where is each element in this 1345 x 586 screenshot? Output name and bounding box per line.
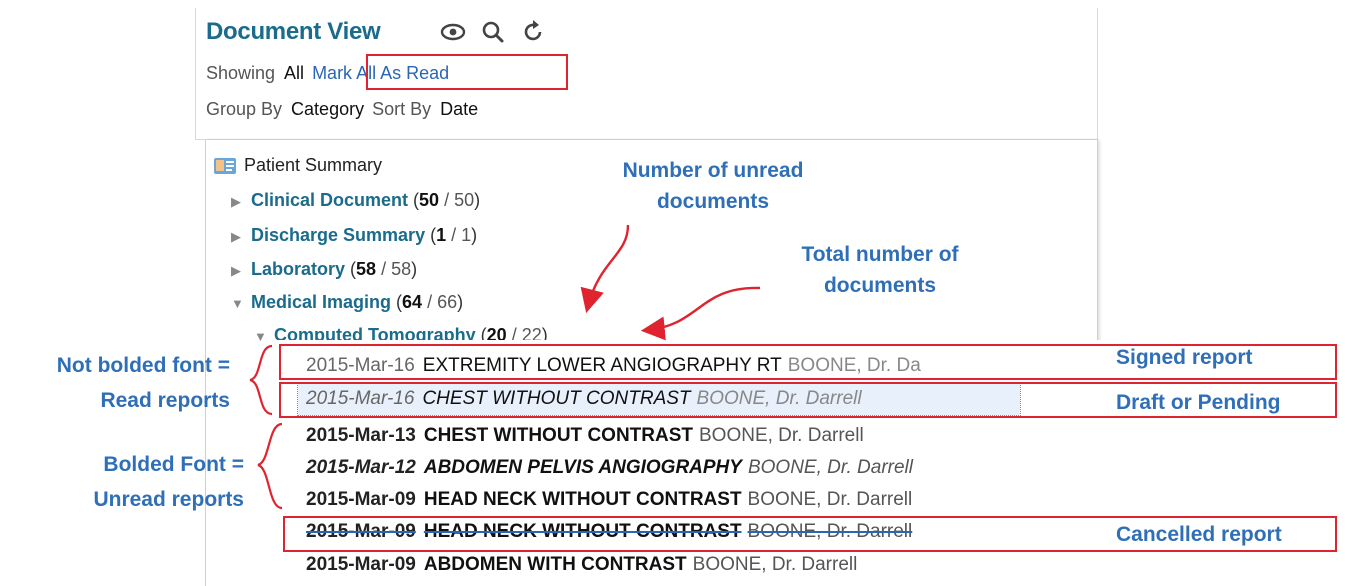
annotation-arrows — [249, 224, 761, 510]
